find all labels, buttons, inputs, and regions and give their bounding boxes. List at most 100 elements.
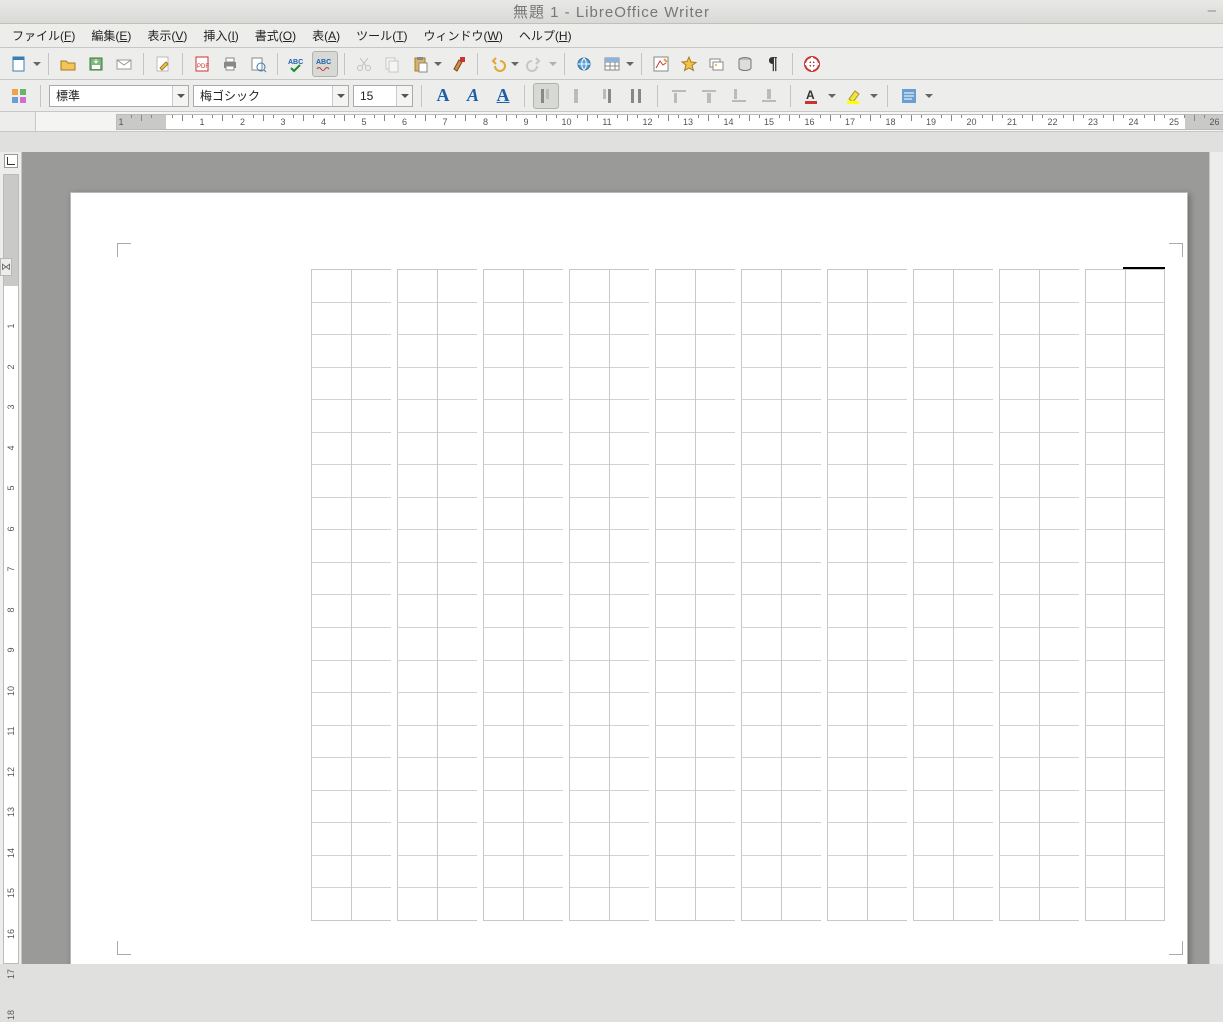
redo-icon[interactable] xyxy=(522,51,548,77)
font-name-dropdown[interactable] xyxy=(332,86,348,106)
font-name-combo[interactable]: 梅ゴシック xyxy=(193,85,349,107)
grid-cell xyxy=(696,433,735,466)
nonprinting-chars-icon[interactable]: ¶ xyxy=(760,51,786,77)
new-document-icon[interactable] xyxy=(6,51,32,77)
page[interactable] xyxy=(70,192,1188,964)
undo-icon[interactable] xyxy=(484,51,510,77)
document-canvas[interactable] xyxy=(22,152,1209,964)
text-direction-ttb-icon[interactable] xyxy=(533,83,559,109)
vertical-scrollbar[interactable] xyxy=(1209,152,1223,964)
auto-spellcheck-icon[interactable]: ABC xyxy=(312,51,338,77)
align-bottom-center-icon[interactable] xyxy=(696,83,722,109)
align-bottom-left-icon[interactable] xyxy=(666,83,692,109)
print-icon[interactable] xyxy=(217,51,243,77)
menu-help[interactable]: ヘルプ(H) xyxy=(511,24,580,47)
align-bottom-justify-icon[interactable] xyxy=(756,83,782,109)
grid-cell xyxy=(742,856,781,889)
navigator-icon[interactable] xyxy=(676,51,702,77)
show-draw-icon[interactable] xyxy=(648,51,674,77)
highlight-dropdown[interactable] xyxy=(869,83,879,109)
grid-cell xyxy=(312,368,351,401)
menu-insert[interactable]: 挿入(I) xyxy=(195,24,246,47)
gallery-icon[interactable] xyxy=(704,51,730,77)
grid-cell xyxy=(742,270,781,303)
grid-cell xyxy=(782,433,821,466)
grid-cell xyxy=(656,628,695,661)
grid-cell xyxy=(312,465,351,498)
hyperlink-icon[interactable] xyxy=(571,51,597,77)
grid-cell xyxy=(312,856,351,889)
grid-cell xyxy=(1000,693,1039,726)
menu-view[interactable]: 表示(V) xyxy=(139,24,195,47)
grid-cell xyxy=(914,791,953,824)
menu-edit[interactable]: 編集(E) xyxy=(83,24,139,47)
cut-icon[interactable] xyxy=(351,51,377,77)
grid-cell xyxy=(742,661,781,694)
grid-cell xyxy=(782,465,821,498)
grid-cell xyxy=(914,823,953,856)
grid-cell xyxy=(352,563,391,596)
save-icon[interactable] xyxy=(83,51,109,77)
highlight-icon[interactable] xyxy=(841,83,867,109)
paragraph-style-dropdown[interactable] xyxy=(172,86,188,106)
spellcheck-icon[interactable]: ABC xyxy=(284,51,310,77)
grid-cell xyxy=(954,693,993,726)
open-icon[interactable] xyxy=(55,51,81,77)
italic-icon[interactable]: A xyxy=(460,83,486,109)
grid-cell xyxy=(696,856,735,889)
grid-cell xyxy=(868,433,907,466)
font-color-dropdown[interactable] xyxy=(827,83,837,109)
menu-tools[interactable]: ツール(T) xyxy=(348,24,415,47)
menu-file[interactable]: ファイル(F) xyxy=(4,24,83,47)
paragraph-bg-dropdown[interactable] xyxy=(924,83,934,109)
new-document-dropdown[interactable] xyxy=(32,51,42,77)
menu-table[interactable]: 表(A) xyxy=(304,24,348,47)
underline-icon[interactable]: A xyxy=(490,83,516,109)
help-icon[interactable] xyxy=(799,51,825,77)
grid-cell xyxy=(828,433,867,466)
grid-cell xyxy=(484,465,523,498)
grid-cell xyxy=(1040,791,1079,824)
insert-table-dropdown[interactable] xyxy=(625,51,635,77)
vertical-ruler[interactable]: 123456789101112131415161718 xyxy=(3,174,19,964)
align-bottom-right-icon[interactable] xyxy=(726,83,752,109)
grid-cell xyxy=(438,368,477,401)
grid-cell xyxy=(782,335,821,368)
align-top-right-icon[interactable] xyxy=(593,83,619,109)
align-top-justify-icon[interactable] xyxy=(623,83,649,109)
horizontal-ruler[interactable]: 1123456789101112131415161718192021222324… xyxy=(36,112,1223,131)
grid-cell xyxy=(914,498,953,531)
tab-stop-selector[interactable] xyxy=(4,154,18,168)
styles-window-icon[interactable] xyxy=(6,83,32,109)
data-sources-icon[interactable] xyxy=(732,51,758,77)
font-color-icon[interactable]: A xyxy=(799,83,825,109)
redo-dropdown[interactable] xyxy=(548,51,558,77)
menu-window[interactable]: ウィンドウ(W) xyxy=(416,24,511,47)
font-size-dropdown[interactable] xyxy=(396,86,412,106)
insert-table-icon[interactable] xyxy=(599,51,625,77)
undo-dropdown[interactable] xyxy=(510,51,520,77)
menu-format[interactable]: 書式(O) xyxy=(247,24,304,47)
grid-cell xyxy=(524,368,563,401)
side-panel-toggle-icon[interactable] xyxy=(0,258,12,276)
export-pdf-icon[interactable]: PDF xyxy=(189,51,215,77)
bold-icon[interactable]: A xyxy=(430,83,456,109)
copy-icon[interactable] xyxy=(379,51,405,77)
edit-doc-icon[interactable] xyxy=(150,51,176,77)
paste-dropdown[interactable] xyxy=(433,51,443,77)
font-size-value[interactable]: 15 xyxy=(354,89,396,103)
font-size-combo[interactable]: 15 xyxy=(353,85,413,107)
window-minimize-icon[interactable]: – xyxy=(1208,2,1217,19)
grid-cell xyxy=(914,726,953,759)
paragraph-bg-icon[interactable] xyxy=(896,83,922,109)
paste-icon[interactable] xyxy=(407,51,433,77)
email-icon[interactable] xyxy=(111,51,137,77)
grid-cell xyxy=(828,465,867,498)
align-top-center-icon[interactable] xyxy=(563,83,589,109)
format-paintbrush-icon[interactable] xyxy=(445,51,471,77)
paragraph-style-value[interactable]: 標準 xyxy=(50,87,172,104)
print-preview-icon[interactable] xyxy=(245,51,271,77)
grid-cell xyxy=(868,400,907,433)
paragraph-style-combo[interactable]: 標準 xyxy=(49,85,189,107)
font-name-value[interactable]: 梅ゴシック xyxy=(194,87,332,104)
